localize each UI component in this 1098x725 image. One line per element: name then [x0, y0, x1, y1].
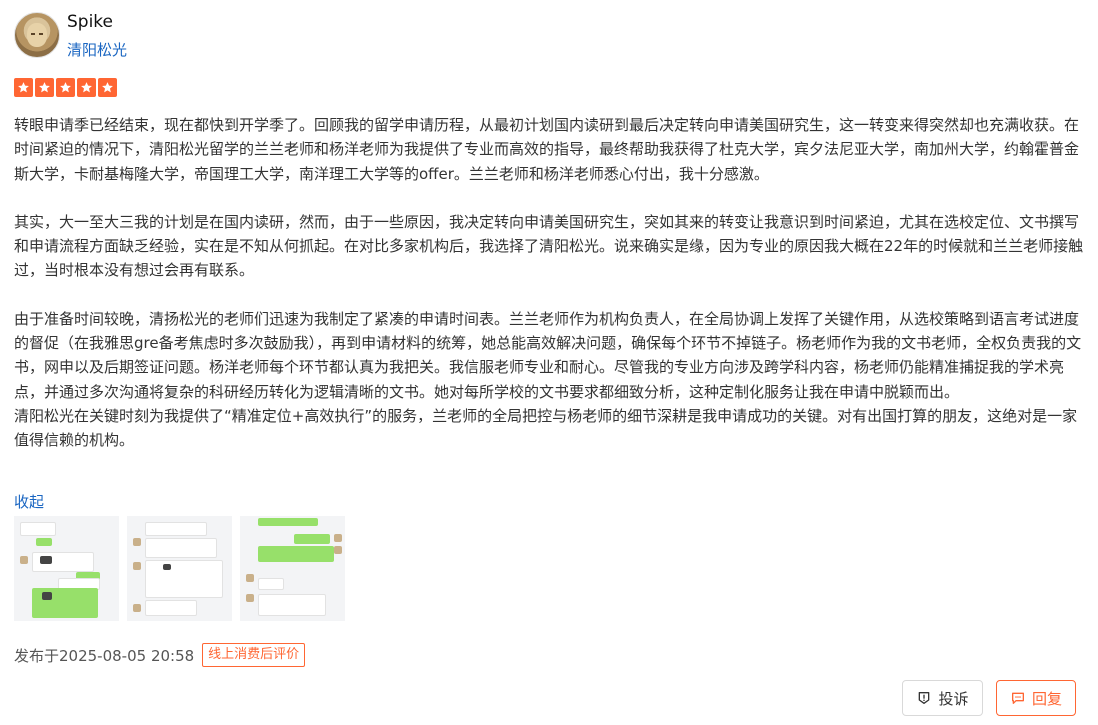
star-icon: [98, 78, 117, 97]
user-avatar[interactable]: [14, 12, 60, 58]
review-paragraph: 由于准备时间较晚，清扬松光的老师们迅速为我制定了紧凑的申请时间表。兰兰老师作为机…: [14, 309, 1082, 401]
review-text: 转眼申请季已经结束，现在都快到开学季了。回顾我的留学申请历程，从最初计划国内读研…: [14, 113, 1084, 453]
shop-link[interactable]: 清阳松光: [67, 39, 127, 60]
reply-button[interactable]: 回复: [996, 680, 1076, 716]
star-icon: [77, 78, 96, 97]
star-icon: [35, 78, 54, 97]
username: Spike: [67, 12, 114, 32]
star-icon: [56, 78, 75, 97]
comment-icon: [1011, 692, 1024, 704]
review-paragraph: 清阳松光在关键时刻为我提供了“精准定位+高效执行”的服务，兰老师的全局把控与杨老…: [14, 406, 1078, 450]
rating-stars: [14, 78, 117, 97]
review-source-tag: 线上消费后评价: [202, 643, 306, 667]
report-label: 投诉: [938, 689, 969, 708]
review-paragraph: 其实，大一至大三我的计划是在国内读研，然而，由于一些原因，我决定转向申请美国研究…: [14, 212, 1084, 280]
reply-label: 回复: [1031, 689, 1062, 708]
report-button[interactable]: 投诉: [902, 680, 983, 716]
avatar-eye: [39, 33, 43, 35]
chat-screenshot-1[interactable]: [14, 516, 119, 621]
review-footer: 发布于2025-08-05 20:58 线上消费后评价: [14, 643, 306, 667]
avatar-face: [27, 23, 47, 47]
star-icon: [14, 78, 33, 97]
collapse-link[interactable]: 收起: [14, 491, 44, 512]
avatar-eye: [31, 33, 35, 35]
review-images: [14, 516, 345, 621]
chat-screenshot-2[interactable]: [127, 516, 232, 621]
review-header: Spike 清阳松光: [14, 12, 414, 60]
chat-screenshot-3[interactable]: [240, 516, 345, 621]
publish-date: 发布于2025-08-05 20:58: [14, 646, 195, 665]
review-paragraph: 转眼申请季已经结束，现在都快到开学季了。回顾我的留学申请历程，从最初计划国内读研…: [14, 116, 1080, 183]
report-icon: [919, 692, 930, 704]
